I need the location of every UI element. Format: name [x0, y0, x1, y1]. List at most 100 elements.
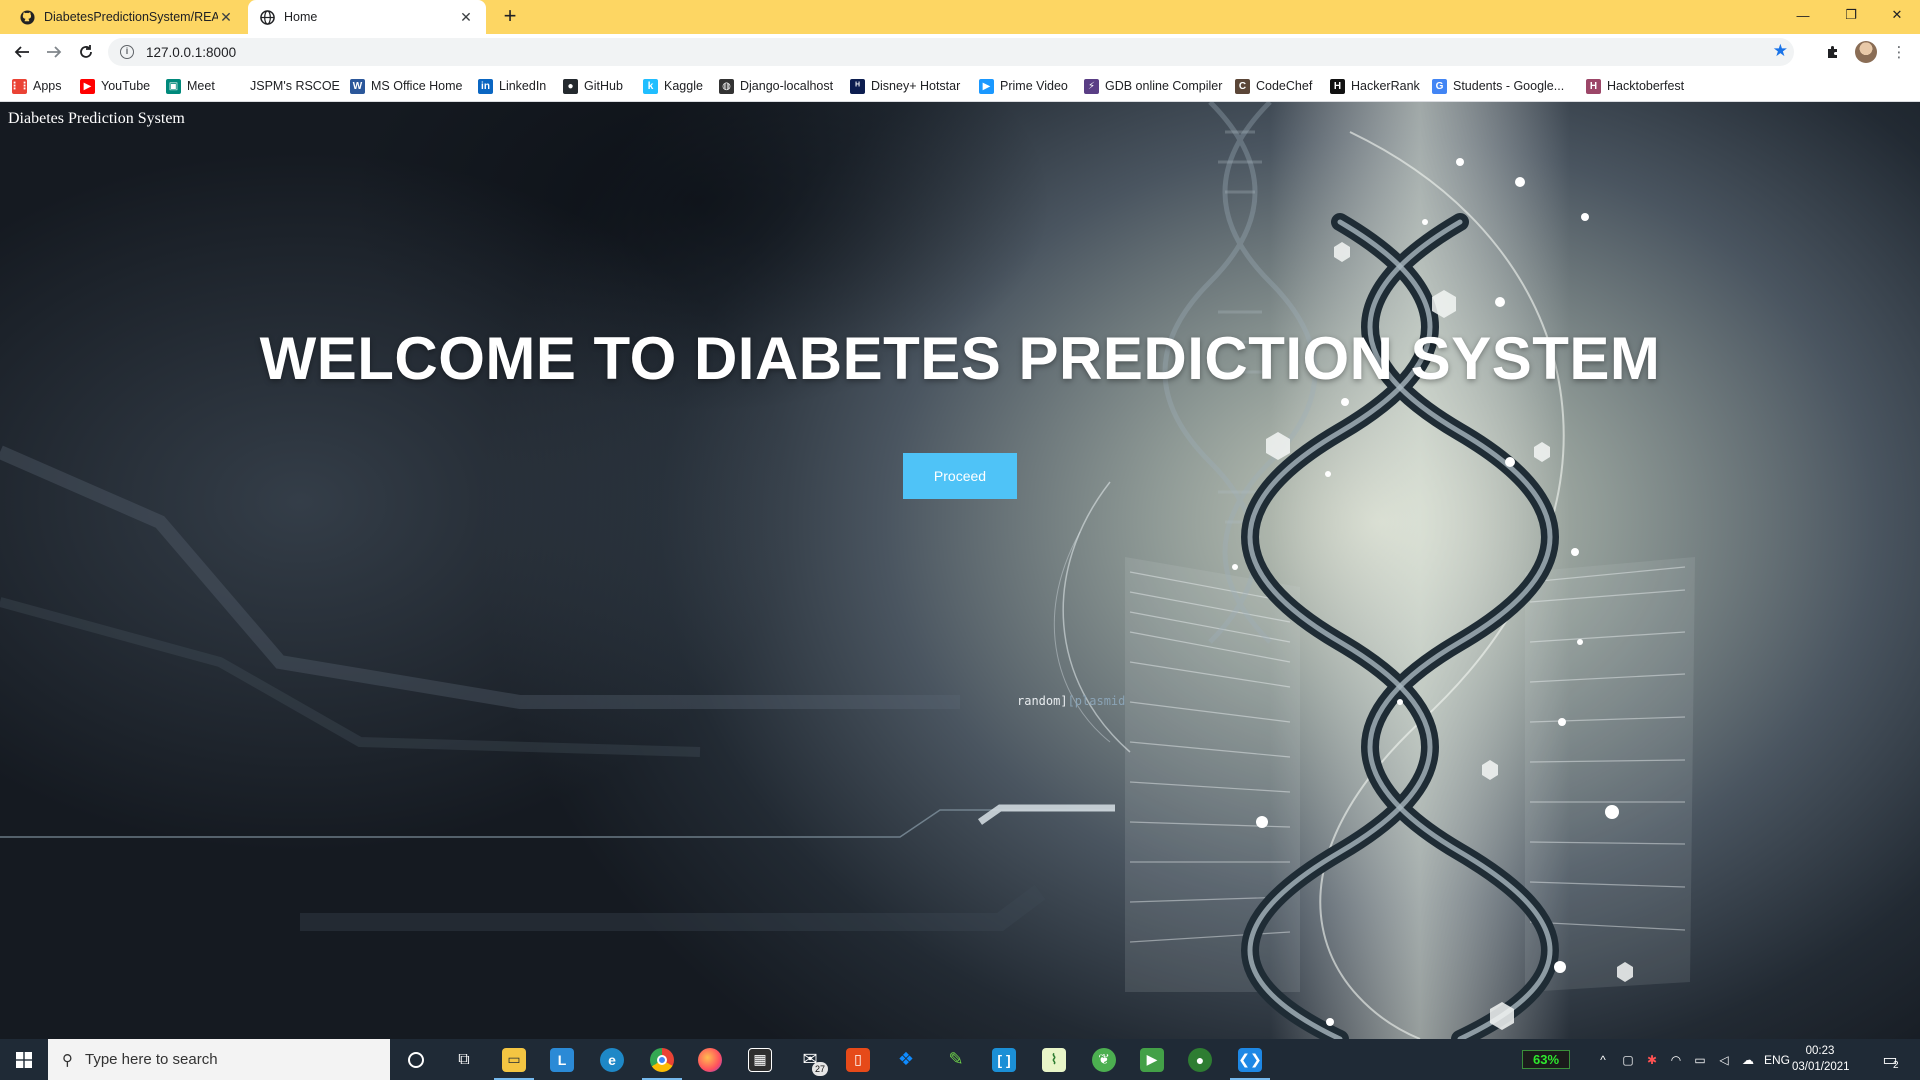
minimize-button[interactable]: — [1780, 0, 1826, 30]
taskbar-firefox[interactable] [686, 1039, 734, 1080]
cortana-button[interactable] [392, 1039, 440, 1080]
google-icon: G [1432, 78, 1447, 94]
extensions-icon[interactable] [1822, 41, 1844, 63]
word-icon: W [350, 78, 365, 94]
bookmark-item[interactable]: ᴴ Disney+ Hotstar [850, 76, 960, 96]
device-icon[interactable]: ▢ [1616, 1039, 1640, 1080]
taskbar-file-explorer[interactable]: ▭ [490, 1039, 538, 1080]
arrow-left-icon [14, 46, 29, 58]
bookmark-label: LinkedIn [499, 79, 547, 93]
forward-button[interactable] [40, 38, 68, 66]
puzzle-icon [1828, 46, 1837, 58]
leaf-icon: ❦ [1092, 1047, 1116, 1072]
clock[interactable]: 00:23 03/01/2021 [1792, 1043, 1850, 1075]
reload-button[interactable] [72, 38, 100, 66]
bookmark-star-icon[interactable]: ★ [1773, 41, 1788, 61]
globe-icon [260, 9, 275, 25]
language-indicator[interactable]: ENG [1760, 1039, 1794, 1080]
profile-avatar[interactable] [1855, 41, 1877, 63]
bookmark-item[interactable]: k Kaggle [643, 76, 703, 96]
close-icon[interactable]: ✕ [218, 9, 234, 26]
back-button[interactable] [8, 38, 36, 66]
wifi-icon[interactable]: ◠ [1664, 1039, 1688, 1080]
notification-center-button[interactable]: ▭ 2 [1870, 1039, 1910, 1080]
bookmark-item[interactable]: ● GitHub [563, 76, 623, 96]
taskbar-media-app[interactable]: ▶ [1128, 1039, 1176, 1080]
hacktoberfest-icon: H [1586, 78, 1601, 94]
taskbar-leaf-app[interactable]: ❦ [1080, 1039, 1128, 1080]
bookmark-item[interactable]: ▶ YouTube [80, 76, 150, 96]
battery-icon[interactable]: ▭ [1688, 1039, 1712, 1080]
dropbox-icon: ❖ [897, 1049, 915, 1069]
folder-icon: ▭ [502, 1047, 526, 1072]
taskbar-chrome[interactable] [638, 1039, 686, 1080]
bookmark-item[interactable]: ⚡ GDB online Compiler [1084, 76, 1222, 96]
restore-button[interactable]: ❐ [1828, 0, 1874, 30]
bookmark-item[interactable]: ▣ Meet [166, 76, 215, 96]
taskbar-bracket-app[interactable]: [ ] [980, 1039, 1028, 1080]
info-icon[interactable]: i [120, 45, 134, 59]
bookmark-item[interactable]: ▶ Prime Video [979, 76, 1068, 96]
tab-home[interactable]: Home ✕ [248, 0, 486, 34]
menu-kebab-icon[interactable]: ⋮ [1888, 41, 1910, 63]
welcome-heading: WELCOME TO DIABETES PREDICTION SYSTEM [259, 325, 1661, 392]
taskbar-edge[interactable]: e [588, 1039, 636, 1080]
proceed-button[interactable]: Proceed [903, 453, 1017, 499]
chevron-up-icon[interactable]: ^ [1590, 1039, 1616, 1080]
bookmark-item[interactable]: W MS Office Home [350, 76, 462, 96]
meet-icon: ▣ [166, 78, 181, 94]
drop-icon: ● [1188, 1047, 1212, 1072]
tab-readme[interactable]: DiabetesPredictionSystem/README.md ✕ [8, 0, 246, 34]
url-text: 127.0.0.1:8000 [146, 44, 237, 60]
bookmark-item[interactable]: JSPM's RSCOE [250, 76, 340, 96]
taskbar-search[interactable]: ⚲ Type here to search [48, 1039, 390, 1080]
taskbar-app-l[interactable]: L [538, 1039, 586, 1080]
github-icon [20, 9, 35, 25]
tray-app-icon[interactable]: ✱ [1640, 1039, 1664, 1080]
new-tab-button[interactable]: + [498, 5, 522, 29]
bookmark-item[interactable]: ⋮⋮ Apps [9, 76, 62, 96]
volume-icon[interactable]: ◁ [1712, 1039, 1736, 1080]
apps-grid-icon: ⋮⋮ [9, 78, 30, 94]
close-icon[interactable]: ✕ [458, 9, 474, 26]
address-bar[interactable]: i 127.0.0.1:8000 ★ [108, 38, 1794, 66]
browser-tab-strip: DiabetesPredictionSystem/README.md ✕ Hom… [0, 0, 1920, 34]
cortana-circle-icon [408, 1051, 424, 1068]
bookmark-label: YouTube [101, 79, 151, 93]
taskbar-vscode[interactable]: ❮❯ [1226, 1039, 1274, 1080]
task-view-button[interactable]: ⧉ [440, 1039, 488, 1080]
windows-taskbar: ⚲ Type here to search ⧉ ▭ L e ▦ ✉ 27 ▯ ❖ … [0, 1039, 1920, 1080]
taskbar-drop-app[interactable]: ● [1176, 1039, 1224, 1080]
bookmark-item[interactable]: G Students - Google... [1432, 76, 1564, 96]
taskbar-office[interactable]: ▯ [834, 1039, 882, 1080]
bookmark-item[interactable]: in LinkedIn [478, 76, 546, 96]
taskbar-pen-app[interactable]: ✎ [932, 1039, 980, 1080]
kaggle-icon: k [643, 78, 658, 94]
mail-badge: 27 [812, 1062, 828, 1076]
taskbar-store[interactable]: ▦ [736, 1039, 784, 1080]
search-icon: ⚲ [62, 1051, 73, 1069]
task-view-icon: ⧉ [458, 1050, 470, 1068]
vscode-icon: ❮❯ [1238, 1047, 1262, 1072]
taskbar-dropbox[interactable]: ❖ [882, 1039, 930, 1080]
edge-icon: e [600, 1047, 624, 1072]
taskbar-chart-app[interactable]: ⌇ [1030, 1039, 1078, 1080]
taskbar-mail[interactable]: ✉ 27 [786, 1039, 834, 1080]
bookmark-label: CodeChef [1256, 79, 1313, 93]
bookmark-label: Students - Google... [1453, 79, 1565, 93]
bookmark-item[interactable]: ◍ Django-localhost [719, 76, 833, 96]
github-icon: ● [563, 78, 578, 94]
bookmark-item[interactable]: H Hacktoberfest [1586, 76, 1684, 96]
bookmark-label: Hacktoberfest [1607, 79, 1685, 93]
notification-count: 2 [1893, 1060, 1899, 1071]
bookmark-label: GDB online Compiler [1105, 79, 1223, 93]
battery-percent-badge[interactable]: 63% [1522, 1050, 1570, 1069]
onedrive-cloud-icon[interactable]: ☁ [1736, 1039, 1760, 1080]
lightning-l-icon: L [550, 1047, 574, 1072]
bookmark-item[interactable]: H HackerRank [1330, 76, 1420, 96]
close-window-button[interactable]: ✕ [1874, 0, 1920, 30]
bookmark-item[interactable]: C CodeChef [1235, 76, 1312, 96]
linkedin-icon: in [478, 78, 493, 94]
home-page: Diabetes Prediction System WELCOME TO DI… [0, 102, 1920, 1039]
start-button[interactable] [0, 1039, 48, 1080]
